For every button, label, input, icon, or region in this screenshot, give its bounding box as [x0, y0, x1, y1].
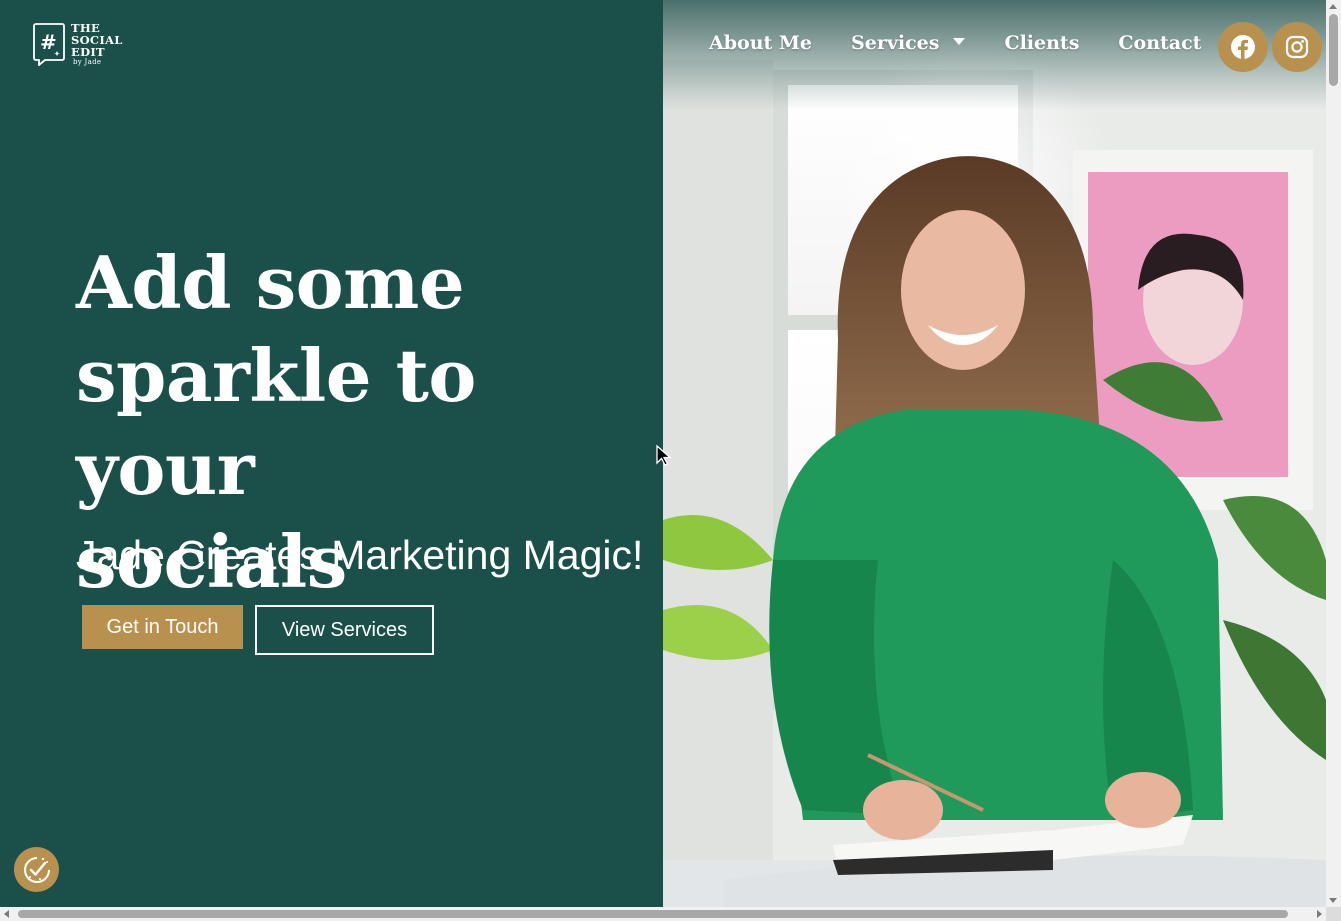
logo-mark-text: # — [40, 30, 57, 54]
logo-line-byline: by Jade — [73, 58, 102, 66]
nav-item-services-label[interactable]: Services — [851, 32, 939, 54]
main-nav: About Me Services Clients Contact — [709, 32, 1201, 54]
facebook-button[interactable] — [1218, 22, 1268, 72]
logo-line-edit: EDIT — [71, 45, 105, 59]
hero-photo-illustration — [663, 0, 1326, 907]
hashtag-logo-icon: # — [33, 23, 65, 66]
hero-photo — [663, 0, 1326, 907]
horizontal-scrollbar[interactable] — [0, 907, 1326, 921]
scrollbar-corner — [1326, 907, 1341, 921]
scroll-left-arrow-icon[interactable] — [4, 910, 9, 918]
nav-item-contact[interactable]: Contact — [1118, 32, 1201, 54]
page: # THE SOCIAL EDIT by Jade About Me Servi… — [0, 0, 1341, 921]
hero-title-line-1: Add some — [76, 240, 465, 325]
scroll-right-arrow-icon[interactable] — [1317, 910, 1322, 918]
nav-item-clients[interactable]: Clients — [1004, 32, 1079, 54]
scroll-up-arrow-icon[interactable] — [1329, 4, 1337, 9]
hero-subtitle: Jade Creates Marketing Magic! — [76, 532, 644, 578]
nav-item-about-me[interactable]: About Me — [709, 32, 812, 54]
instagram-icon — [1285, 35, 1309, 59]
logo-wordmark: THE SOCIAL EDIT by Jade — [71, 22, 123, 67]
vertical-scrollbar-thumb[interactable] — [1329, 14, 1338, 86]
hero-title-line-2: sparkle to your — [76, 333, 476, 511]
scroll-down-arrow-icon[interactable] — [1329, 898, 1337, 903]
cookie-consent-button[interactable] — [14, 847, 59, 892]
cookie-consent-icon — [23, 856, 50, 883]
chevron-down-icon[interactable] — [953, 37, 966, 45]
vertical-scrollbar[interactable] — [1326, 0, 1341, 907]
view-services-button[interactable]: View Services — [255, 605, 434, 655]
facebook-icon — [1231, 35, 1255, 59]
get-in-touch-button[interactable]: Get in Touch — [82, 605, 243, 649]
nav-item-services[interactable]: Services — [851, 32, 966, 54]
site-logo[interactable]: # THE SOCIAL EDIT by Jade — [33, 22, 123, 67]
horizontal-scrollbar-thumb[interactable] — [18, 910, 1288, 918]
instagram-button[interactable] — [1272, 22, 1322, 72]
